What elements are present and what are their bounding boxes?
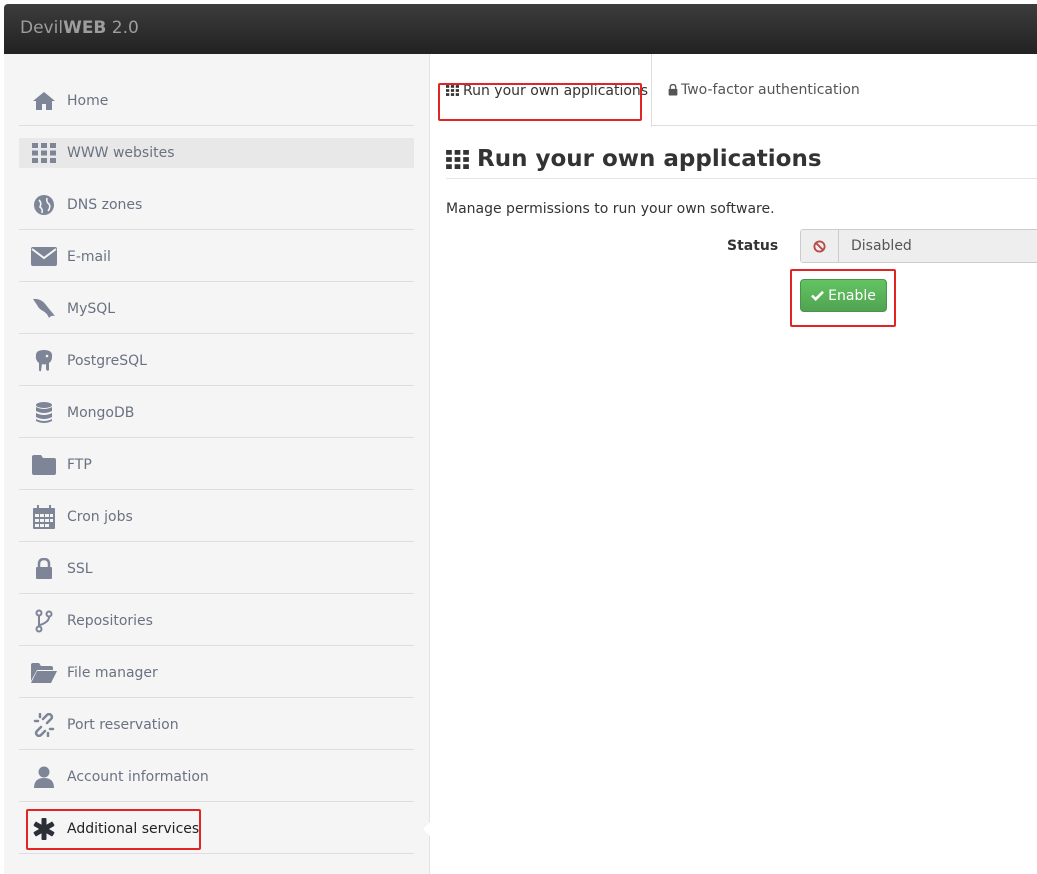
sidebar-item-label: Port reservation [67, 716, 179, 733]
sidebar-item-label: Repositories [67, 612, 153, 629]
user-icon [19, 766, 67, 788]
lock-icon [19, 557, 67, 580]
highlight-enable-button [790, 269, 896, 327]
grid-icon [446, 149, 469, 169]
sidebar-item-label: FTP [67, 456, 92, 473]
branch-icon [19, 609, 67, 633]
sidebar-item-ssl[interactable]: SSL [19, 544, 414, 594]
envelope-icon [19, 247, 67, 266]
folder-icon [19, 454, 67, 475]
globe-icon [19, 194, 67, 216]
highlight-additional-services [26, 809, 201, 850]
brand-logo[interactable]: DevilWEB 2.0 [20, 18, 139, 38]
tab-two-factor-authentication[interactable]: Two-factor authentication [668, 54, 860, 126]
sidebar-item-label: MongoDB [67, 404, 135, 421]
unlink-icon [19, 712, 67, 737]
page-title: Run your own applications [446, 146, 822, 172]
sidebar-item-label: WWW websites [67, 145, 175, 161]
sidebar-item-mongodb[interactable]: MongoDB [19, 388, 414, 438]
elephant-icon [19, 349, 67, 373]
sidebar-item-mysql[interactable]: MySQL [19, 284, 414, 334]
grid-icon [19, 143, 67, 163]
title-divider [446, 178, 1037, 179]
sidebar-item-label: E-mail [67, 248, 111, 265]
sidebar-item-label: DNS zones [67, 196, 143, 213]
ban-icon [801, 230, 839, 262]
sidebar-item-label: Account information [67, 768, 209, 785]
sidebar-item-cron-jobs[interactable]: Cron jobs [19, 492, 414, 542]
sidebar-item-label: Home [67, 92, 109, 109]
home-icon [19, 91, 67, 111]
lock-icon [668, 84, 678, 96]
sidebar-item-label: MySQL [67, 300, 116, 317]
sidebar-item-www-websites[interactable]: WWW websites [19, 138, 414, 168]
brand-prefix: Devil [20, 18, 64, 38]
sidebar-item-ftp[interactable]: FTP [19, 440, 414, 490]
sidebar-item-account-information[interactable]: Account information [19, 752, 414, 802]
sidebar-item-dns-zones[interactable]: DNS zones [19, 180, 414, 230]
sidebar-item-label: PostgreSQL [67, 352, 147, 369]
dolphin-icon [19, 296, 67, 322]
status-value: Disabled [839, 230, 1037, 262]
database-icon [19, 401, 67, 424]
sidebar-item-postgresql[interactable]: PostgreSQL [19, 336, 414, 386]
folder-open-icon [19, 662, 67, 683]
calendar-icon [19, 504, 67, 529]
active-pointer [423, 818, 434, 840]
brand-bold: WEB [63, 18, 107, 38]
tab-label: Two-factor authentication [681, 82, 860, 98]
brand-version: 2.0 [111, 18, 139, 38]
status-field: Disabled [800, 229, 1037, 263]
sidebar-item-home[interactable]: Home [19, 76, 414, 126]
sidebar-item-label: SSL [67, 560, 93, 577]
page-description: Manage permissions to run your own softw… [446, 201, 775, 217]
status-label: Status [727, 238, 779, 254]
sidebar-item-port-reservation[interactable]: Port reservation [19, 700, 414, 750]
page-title-text: Run your own applications [477, 146, 822, 172]
top-navbar: DevilWEB 2.0 [4, 4, 1037, 54]
sidebar-item-repositories[interactable]: Repositories [19, 596, 414, 646]
sidebar-item-file-manager[interactable]: File manager [19, 648, 414, 698]
sidebar-item-label: Cron jobs [67, 508, 133, 525]
sidebar-item-e-mail[interactable]: E-mail [19, 232, 414, 282]
highlight-run-tab [438, 83, 642, 121]
sidebar: Home WWW websites DNS zones E-mail MySQL [4, 54, 434, 874]
sidebar-item-label: File manager [67, 664, 158, 681]
